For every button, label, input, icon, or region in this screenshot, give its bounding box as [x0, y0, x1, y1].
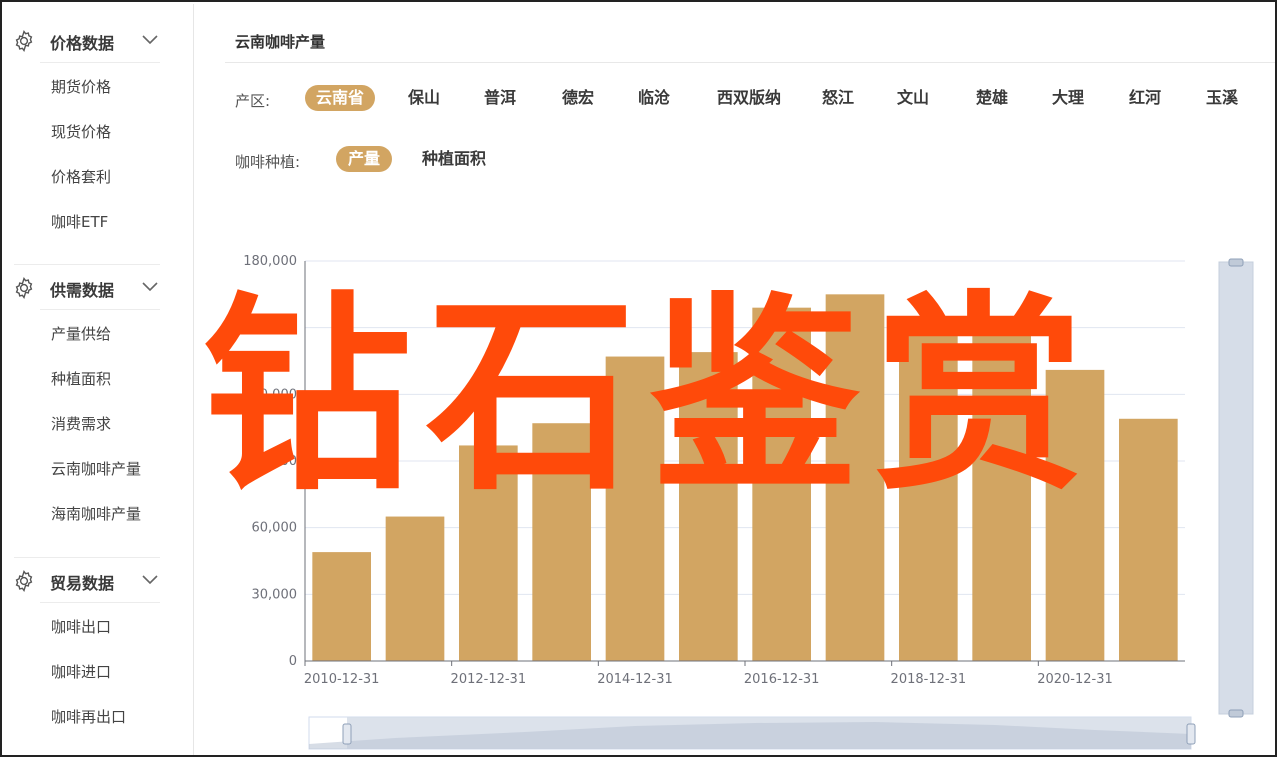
app-frame: 价格数据 期货价格 现货价格 价格套利 咖啡ETF 供需数据 产量供给 种植面积… [0, 0, 1277, 757]
region-chip[interactable]: 西双版纳 [704, 85, 794, 111]
slider-handle-bottom[interactable] [1228, 709, 1244, 718]
sidebar: 价格数据 期货价格 现货价格 价格套利 咖啡ETF 供需数据 产量供给 种植面积… [4, 4, 194, 755]
x-tick-label: 2014-12-31 [597, 672, 673, 687]
x-tick-label: 2020-12-31 [1037, 672, 1113, 687]
slider-handle-top[interactable] [1228, 258, 1244, 267]
region-chip[interactable]: 临沧 [625, 85, 683, 111]
x-tick-label: 2010-12-31 [304, 672, 380, 687]
horizontal-zoom-slider[interactable] [308, 716, 1196, 750]
divider [40, 602, 160, 603]
y-tick-label: 60,000 [252, 521, 298, 536]
sidebar-item-production-supply[interactable]: 产量供给 [51, 323, 111, 344]
x-tick-label: 2018-12-31 [891, 672, 967, 687]
sidebar-group-title: 价格数据 [50, 34, 115, 53]
chevron-down-icon [142, 282, 158, 292]
sidebar-item-yunnan-coffee-production[interactable]: 云南咖啡产量 [51, 458, 141, 479]
bar[interactable] [385, 516, 445, 661]
region-chip[interactable]: 楚雄 [963, 85, 1021, 111]
sidebar-group-title: 贸易数据 [50, 574, 115, 593]
sidebar-item-coffee-import[interactable]: 咖啡进口 [51, 661, 111, 682]
sidebar-group-title: 供需数据 [50, 281, 115, 300]
sidebar-item-consumption-demand[interactable]: 消费需求 [51, 413, 111, 434]
region-chip[interactable]: 普洱 [471, 85, 529, 111]
region-chip[interactable]: 保山 [395, 85, 453, 111]
x-tick-label: 2012-12-31 [451, 672, 527, 687]
region-chip[interactable]: 文山 [884, 85, 942, 111]
divider [40, 62, 160, 63]
sidebar-item-coffee-export[interactable]: 咖啡出口 [51, 616, 111, 637]
metric-chip[interactable]: 产量 [336, 146, 392, 172]
gear-icon [15, 276, 33, 300]
slider-handle-right[interactable] [1186, 723, 1196, 745]
sidebar-item-hainan-coffee-production[interactable]: 海南咖啡产量 [51, 503, 141, 524]
chevron-down-icon [142, 35, 158, 45]
chevron-down-icon [142, 575, 158, 585]
sidebar-item-coffee-reexport[interactable]: 咖啡再出口 [51, 706, 126, 727]
sidebar-item-planting-area[interactable]: 种植面积 [51, 368, 111, 389]
y-tick-label: 180,000 [243, 254, 297, 269]
region-chip[interactable]: 玉溪 [1193, 85, 1251, 111]
bar[interactable] [312, 552, 371, 661]
slider-handle-left[interactable] [342, 723, 352, 745]
watermark-overlay: 钻石鉴赏 [202, 274, 1099, 519]
sidebar-group-trade[interactable]: 贸易数据 [4, 558, 194, 602]
sidebar-item-spot-price[interactable]: 现货价格 [51, 121, 111, 142]
region-chip[interactable]: 大理 [1039, 85, 1097, 111]
divider [40, 309, 160, 310]
y-tick-label: 30,000 [252, 587, 298, 602]
sidebar-item-coffee-etf[interactable]: 咖啡ETF [51, 211, 108, 232]
region-chip[interactable]: 怒江 [809, 85, 867, 111]
x-tick-label: 2016-12-31 [744, 672, 820, 687]
bar[interactable] [1119, 418, 1178, 661]
sidebar-item-futures-price[interactable]: 期货价格 [51, 76, 111, 97]
vertical-zoom-slider[interactable] [1218, 258, 1254, 718]
gear-icon [15, 569, 33, 593]
region-chip[interactable]: 云南省 [305, 85, 375, 111]
sidebar-group-supply-demand[interactable]: 供需数据 [4, 265, 194, 309]
region-chip[interactable]: 红河 [1116, 85, 1174, 111]
y-tick-label: 0 [289, 654, 297, 669]
metric-chip[interactable]: 种植面积 [415, 146, 493, 172]
region-chip[interactable]: 德宏 [549, 85, 607, 111]
gear-icon [15, 29, 33, 53]
sidebar-item-price-arbitrage[interactable]: 价格套利 [51, 166, 111, 187]
sidebar-group-price[interactable]: 价格数据 [4, 18, 194, 62]
x-axis-labels: 2010-12-31 2012-12-31 2014-12-31 2016-12-31… [304, 661, 1113, 687]
